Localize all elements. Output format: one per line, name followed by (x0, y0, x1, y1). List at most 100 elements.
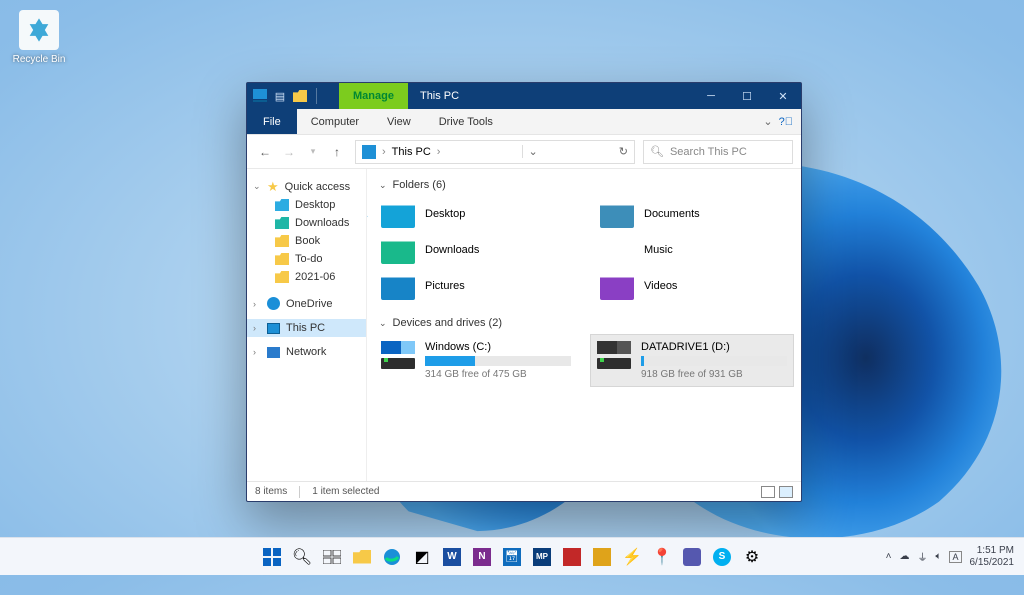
nav-this-pc[interactable]: › This PC (247, 319, 366, 337)
nav-desktop[interactable]: Desktop (247, 196, 366, 214)
drive-icon (381, 341, 415, 369)
edge-button[interactable] (379, 544, 405, 570)
star-icon: ★ (267, 180, 279, 193)
nav-todo[interactable]: To-do (247, 250, 366, 268)
folder-documents[interactable]: Documents (594, 197, 793, 231)
folder-desktop[interactable]: ☁ Desktop (375, 197, 574, 231)
ribbon-file[interactable]: File (247, 109, 297, 134)
folder-downloads[interactable]: Downloads (375, 233, 574, 267)
folder-music[interactable]: Music (594, 233, 793, 267)
teams-button[interactable] (679, 544, 705, 570)
nav-book[interactable]: Book (247, 232, 366, 250)
search-button[interactable]: 🔍︎ (289, 544, 315, 570)
word-button[interactable]: W (439, 544, 465, 570)
folder-pictures[interactable]: Pictures (375, 269, 574, 303)
ribbon-tab-computer[interactable]: Computer (297, 109, 373, 134)
history-dropdown[interactable]: ▾ (303, 139, 323, 165)
minimize-button[interactable]: ─ (693, 83, 729, 109)
calendar-button[interactable]: 📅︎ (499, 544, 525, 570)
folder-label: Documents (644, 208, 700, 220)
start-button[interactable] (259, 544, 285, 570)
tray-chevron-icon[interactable]: ˄ (886, 551, 892, 562)
file-explorer-button[interactable] (349, 544, 375, 570)
search-icon: 🔍︎ (650, 145, 664, 158)
nav-pane: ⌄ ★ Quick access Desktop Downloads Book … (247, 169, 367, 481)
folder-icon[interactable] (293, 90, 307, 102)
recycle-bin-label: Recycle Bin (13, 54, 66, 65)
up-button[interactable]: ↑ (327, 139, 347, 165)
pc-icon (362, 145, 376, 159)
widgets-button[interactable]: ◩ (409, 544, 435, 570)
folder-icon (600, 272, 634, 300)
window-title: This PC (408, 83, 471, 109)
divider (299, 486, 300, 498)
settings-button[interactable]: ⚙ (739, 544, 765, 570)
app-button[interactable] (589, 544, 615, 570)
task-view-button[interactable] (319, 544, 345, 570)
search-input[interactable]: 🔍︎ Search This PC (643, 140, 793, 164)
nav-network[interactable]: ›Network (247, 343, 366, 361)
forward-button[interactable]: → (279, 139, 299, 165)
skype-button[interactable]: S (709, 544, 735, 570)
folder-label: Videos (644, 280, 677, 292)
drive-name: DATADRIVE1 (D:) (641, 341, 787, 353)
network-tray-icon[interactable]: ⏚ (917, 549, 927, 564)
icons-view-button[interactable] (779, 486, 793, 498)
drive-free-label: 918 GB free of 931 GB (641, 369, 787, 380)
folders-group-header[interactable]: ⌄Folders (6) (375, 175, 793, 197)
volume-tray-icon[interactable]: 🔈︎ (935, 551, 941, 562)
system-tray[interactable]: ˄ ☁ ⏚ 🔈︎ A 1:51 PM 6/15/2021 (886, 545, 1024, 568)
status-bar: 8 items 1 item selected (247, 481, 801, 501)
chevron-right-icon: › (382, 146, 386, 158)
drive-usage-bar (425, 356, 571, 366)
save-icon[interactable]: ▤ (273, 89, 287, 103)
clock[interactable]: 1:51 PM 6/15/2021 (970, 545, 1015, 568)
file-explorer-window: ▤ Manage This PC ─ ☐ ✕ File Computer Vie… (246, 82, 802, 502)
addr-dropdown[interactable]: ⌄ (522, 145, 538, 158)
nav-quick-access[interactable]: ⌄ ★ Quick access (247, 177, 366, 196)
manage-tab[interactable]: Manage (339, 83, 408, 109)
search-placeholder: Search This PC (670, 146, 747, 158)
drives-group-header[interactable]: ⌄Devices and drives (2) (375, 313, 793, 335)
folder-videos[interactable]: Videos (594, 269, 793, 303)
chevron-right-icon: › (253, 347, 261, 357)
titlebar[interactable]: ▤ Manage This PC ─ ☐ ✕ (247, 83, 801, 109)
drive-free-label: 314 GB free of 475 GB (425, 369, 571, 380)
folder-icon (275, 235, 289, 247)
close-button[interactable]: ✕ (765, 83, 801, 109)
network-icon (267, 347, 280, 358)
app-button[interactable]: 📍 (649, 544, 675, 570)
ribbon-expand[interactable]: ⌄ (757, 115, 778, 128)
ribbon-tab-view[interactable]: View (373, 109, 425, 134)
drive-d[interactable]: DATADRIVE1 (D:) 918 GB free of 931 GB (591, 335, 793, 386)
ribbon: File Computer View Drive Tools ⌄ ?⃝ (247, 109, 801, 135)
titlebar-divider (316, 88, 330, 104)
breadcrumb[interactable]: › This PC › ⌄ ↻ (355, 140, 635, 164)
nav-label: To-do (295, 253, 323, 265)
recycle-bin[interactable]: Recycle Bin (10, 10, 68, 65)
content-pane: ⌄Folders (6) ☁ Desktop Documents Downloa… (367, 169, 801, 481)
folder-icon (275, 217, 289, 229)
nav-2021-06[interactable]: 2021-06 (247, 268, 366, 286)
breadcrumb-location[interactable]: This PC (392, 146, 431, 158)
chevron-right-icon: › (253, 323, 261, 333)
input-tray-icon[interactable]: A (949, 551, 961, 563)
onedrive-tray-icon[interactable]: ☁ (899, 551, 909, 562)
app-button[interactable] (559, 544, 585, 570)
nav-onedrive[interactable]: ›OneDrive (247, 294, 366, 313)
onenote-button[interactable]: N (469, 544, 495, 570)
back-button[interactable]: ← (255, 139, 275, 165)
drive-c[interactable]: Windows (C:) 314 GB free of 475 GB (375, 335, 577, 386)
nav-downloads[interactable]: Downloads (247, 214, 366, 232)
app-button[interactable]: MP (529, 544, 555, 570)
refresh-button[interactable]: ↻ (619, 145, 628, 158)
help-icon[interactable]: ?⃝ (779, 116, 801, 128)
maximize-button[interactable]: ☐ (729, 83, 765, 109)
app-button[interactable]: ⚡ (619, 544, 645, 570)
ribbon-tab-drive-tools[interactable]: Drive Tools (425, 109, 507, 134)
nav-label: This PC (286, 322, 325, 334)
chevron-down-icon: ⌄ (379, 318, 387, 329)
drive-icon (597, 341, 631, 369)
details-view-button[interactable] (761, 486, 775, 498)
folder-icon (381, 236, 415, 264)
